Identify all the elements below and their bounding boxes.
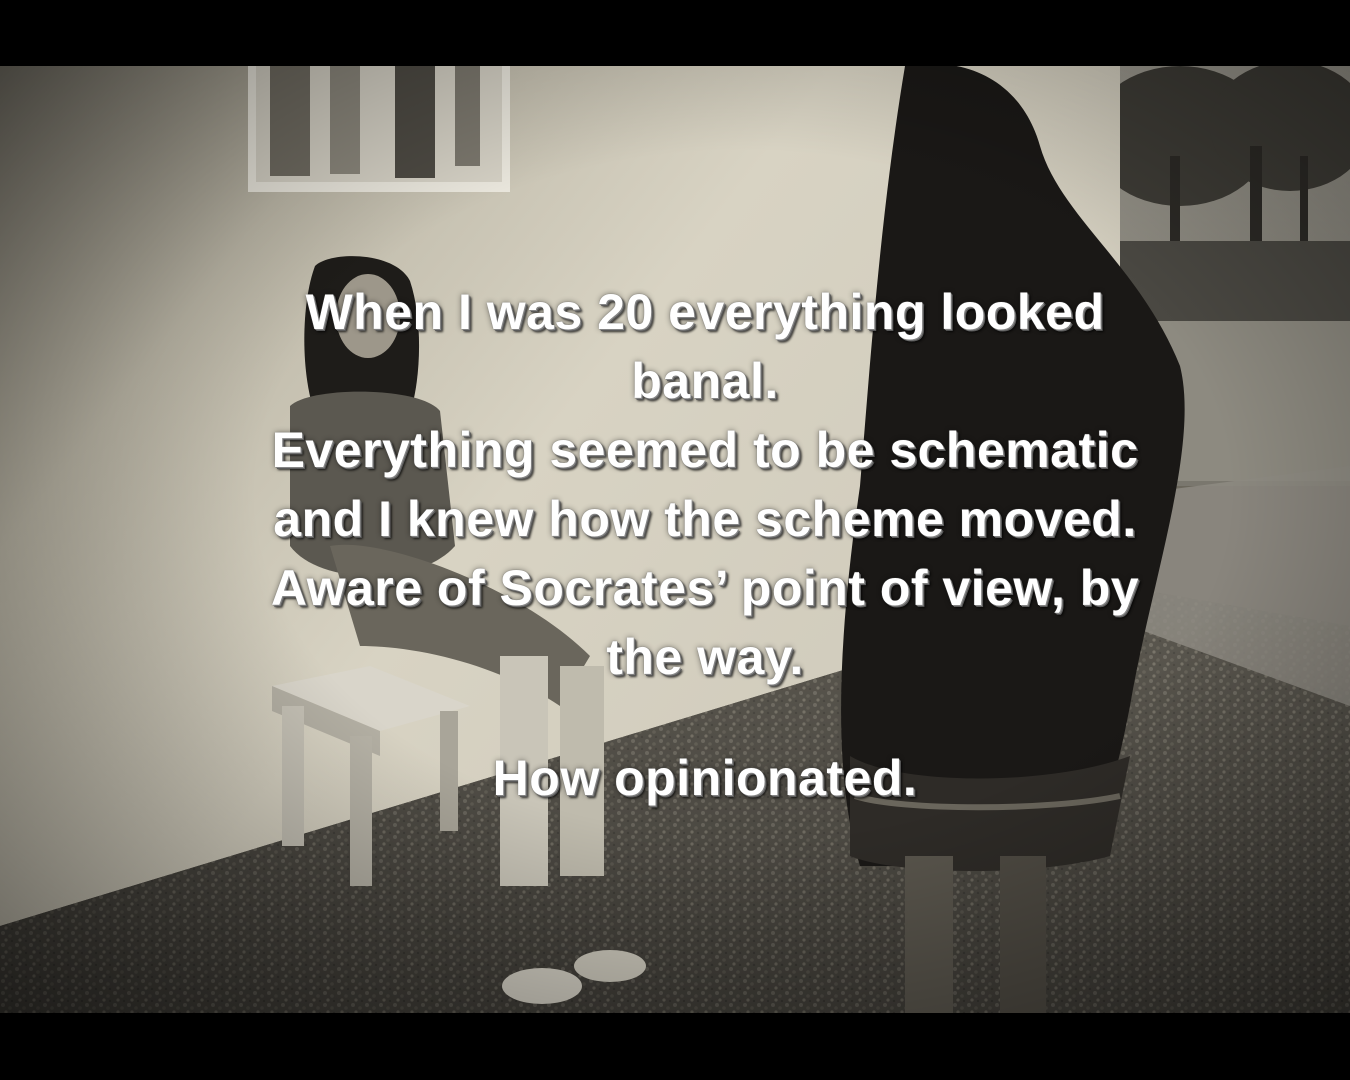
letterbox-bottom-bar bbox=[0, 1013, 1350, 1080]
caption-line-4: and I knew how the scheme moved. bbox=[273, 491, 1137, 547]
caption-line-2: banal. bbox=[631, 353, 779, 409]
caption-closing-line: How opinionated. bbox=[492, 750, 918, 806]
caption-line-3: Everything seemed to be schematic bbox=[271, 422, 1139, 478]
caption-line-5: Aware of Socrates’ point of view, by bbox=[270, 560, 1140, 616]
caption-line-6: the way. bbox=[606, 629, 804, 685]
letterbox-top-bar bbox=[0, 0, 1350, 66]
caption-line-1: When I was 20 everything looked bbox=[305, 284, 1105, 340]
subtitle-caption: When I was 20 everything looked banal. E… bbox=[160, 278, 1250, 813]
video-frame: When I was 20 everything looked banal. E… bbox=[0, 0, 1350, 1080]
